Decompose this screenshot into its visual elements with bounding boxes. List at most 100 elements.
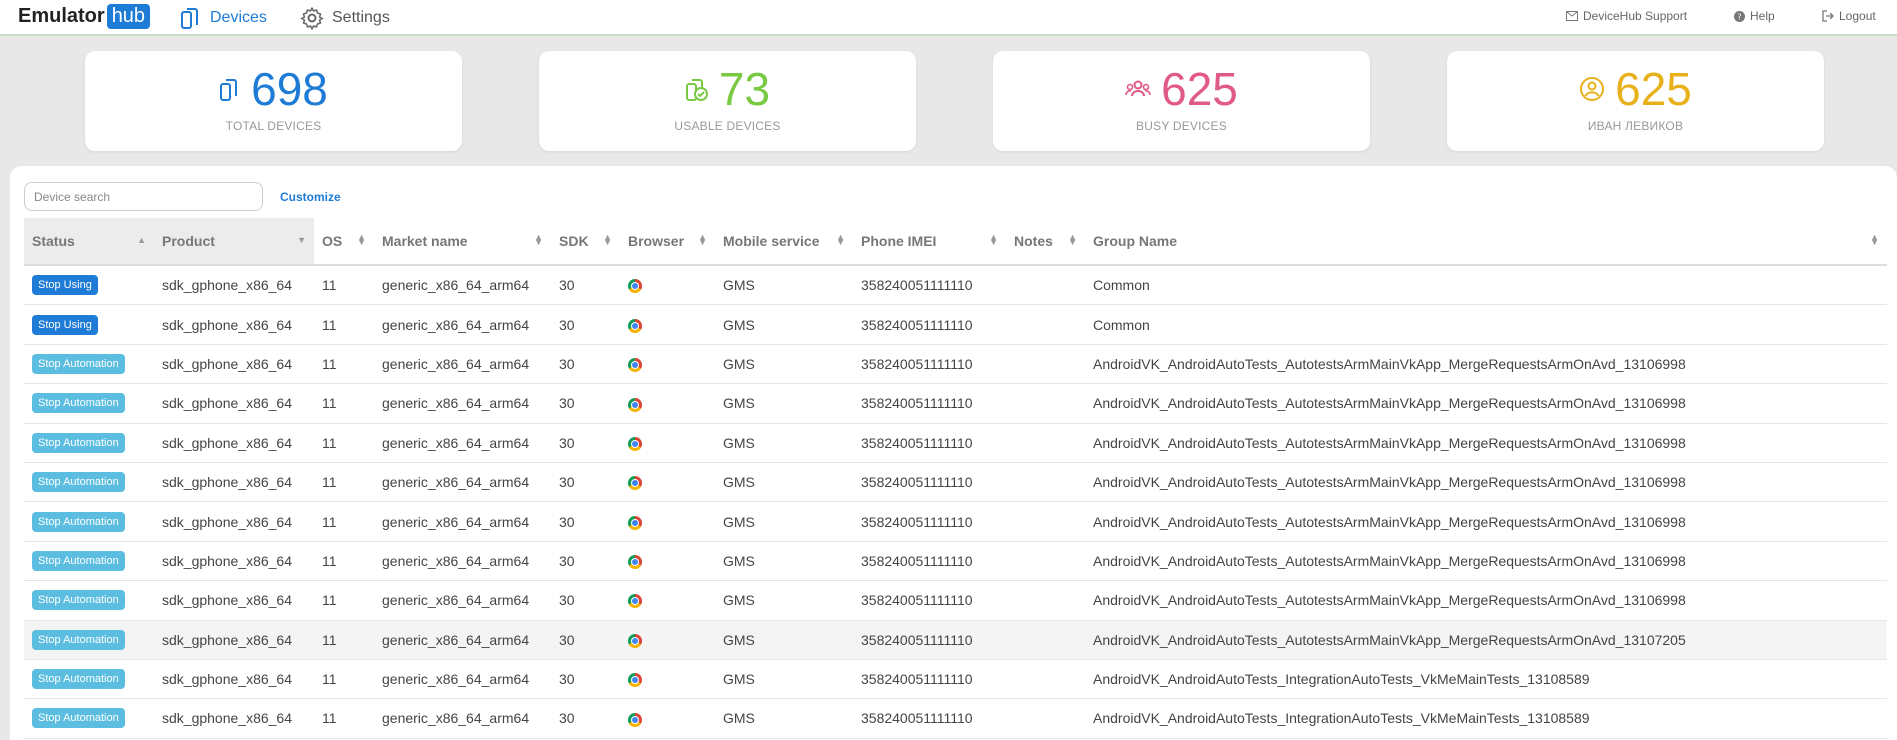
cell-os: 11 [314, 541, 374, 582]
cell-browser [620, 462, 715, 503]
cell-phone-imei: 358240051111110 [853, 344, 1006, 385]
cell-sdk: 30 [551, 423, 620, 463]
brand-logo[interactable]: Emulator hub [18, 4, 151, 29]
column-header-group-name[interactable]: Group Name ▲ ▼ [1085, 218, 1887, 266]
cell-notes [1006, 304, 1085, 345]
column-header-os[interactable]: OS ▲ ▼ [314, 218, 374, 266]
mail-icon [1566, 11, 1578, 21]
support-link[interactable]: DeviceHub Support [1566, 9, 1687, 23]
stop-automation-button[interactable]: Stop Automation [32, 472, 125, 493]
cell-phone-imei: 358240051111110 [853, 265, 1006, 306]
cell-sdk: 30 [551, 698, 620, 739]
stat-card-total: 698 TOTAL DEVICES [85, 51, 462, 151]
cell-status: Stop Automation [24, 659, 154, 700]
cell-phone-imei: 358240051111110 [853, 501, 1006, 542]
cell-sdk: 30 [551, 501, 620, 542]
nav-settings[interactable]: Settings [300, 6, 390, 30]
stat-label: TOTAL DEVICES [225, 119, 322, 133]
stop-automation-button[interactable]: Stop Automation [32, 550, 125, 571]
cell-mobile-service: GMS [715, 265, 853, 306]
cell-mobile-service: GMS [715, 462, 853, 503]
table-row[interactable]: Stop Automation sdk_gphone_x86_64 11 generi… [24, 659, 1887, 700]
column-header-market-name[interactable]: Market name ▲ ▼ [374, 218, 551, 266]
table-row[interactable]: Stop Automation sdk_gphone_x86_64 11 generi… [24, 580, 1887, 621]
cell-sdk: 30 [551, 580, 620, 621]
column-header-product[interactable]: Product ▼ [154, 218, 314, 266]
table-row[interactable]: Stop Automation sdk_gphone_x86_64 11 generi… [24, 423, 1887, 463]
cell-product: sdk_gphone_x86_64 [154, 698, 314, 739]
table-row[interactable]: Stop Automation sdk_gphone_x86_64 11 generi… [24, 620, 1887, 660]
cell-phone-imei: 358240051111110 [853, 580, 1006, 621]
stop-automation-button[interactable]: Stop Automation [32, 708, 125, 729]
table-row[interactable]: Stop Automation sdk_gphone_x86_64 11 generi… [24, 462, 1887, 503]
cell-os: 11 [314, 580, 374, 621]
stop-automation-button[interactable]: Stop Automation [32, 511, 125, 532]
cell-group-name: AndroidVK_AndroidAutoTests_AutotestsArmM… [1085, 383, 1887, 424]
stop-automation-button[interactable]: Stop Automation [32, 393, 125, 414]
column-header-sdk[interactable]: SDK ▲ ▼ [551, 218, 620, 266]
table-row[interactable]: Stop Automation sdk_gphone_x86_64 11 generi… [24, 698, 1887, 739]
stop-automation-button[interactable]: Stop Automation [32, 432, 125, 453]
cell-product: sdk_gphone_x86_64 [154, 659, 314, 700]
cell-status: Stop Automation [24, 462, 154, 503]
column-header-mobile-service[interactable]: Mobile service ▲ ▼ [715, 218, 853, 266]
cell-phone-imei: 358240051111110 [853, 659, 1006, 700]
table-header-row: Status ▲ Product ▼ OS ▲ ▼ Market name ▲ ▼ SDK ▲… [24, 218, 1887, 266]
stat-value: 625 [1161, 63, 1238, 115]
cell-phone-imei: 358240051111110 [853, 462, 1006, 503]
cell-group-name: AndroidVK_AndroidAutoTests_AutotestsArmM… [1085, 423, 1887, 463]
cell-browser [620, 541, 715, 582]
cell-group-name: AndroidVK_AndroidAutoTests_AutotestsArmM… [1085, 580, 1887, 621]
cell-market-name: generic_x86_64_arm64 [374, 383, 551, 424]
stop-automation-button[interactable]: Stop Automation [32, 353, 125, 374]
chrome-icon [628, 397, 642, 412]
cell-os: 11 [314, 462, 374, 503]
customize-link[interactable]: Customize [280, 190, 341, 204]
column-header-status[interactable]: Status ▲ [24, 218, 154, 266]
cell-status: Stop Automation [24, 383, 154, 424]
cell-group-name: AndroidVK_AndroidAutoTests_IntegrationAu… [1085, 659, 1887, 700]
cell-phone-imei: 358240051111110 [853, 541, 1006, 582]
cell-product: sdk_gphone_x86_64 [154, 620, 314, 660]
table-row[interactable]: Stop Automation sdk_gphone_x86_64 11 generi… [24, 541, 1887, 582]
cell-product: sdk_gphone_x86_64 [154, 383, 314, 424]
cell-mobile-service: GMS [715, 620, 853, 660]
gear-icon [300, 7, 324, 30]
table-row[interactable]: Stop Using sdk_gphone_x86_64 11 generic_x86… [24, 304, 1887, 345]
support-label: DeviceHub Support [1583, 9, 1688, 23]
cell-mobile-service: GMS [715, 304, 853, 345]
table-row[interactable]: Stop Automation sdk_gphone_x86_64 11 generi… [24, 383, 1887, 424]
column-header-notes[interactable]: Notes ▲ ▼ [1006, 218, 1085, 266]
chrome-icon [628, 633, 642, 648]
cell-browser [620, 423, 715, 463]
device-search-input[interactable] [24, 182, 263, 211]
cell-phone-imei: 358240051111110 [853, 620, 1006, 660]
cell-notes [1006, 501, 1085, 542]
logout-link[interactable]: Logout [1822, 9, 1876, 23]
cell-mobile-service: GMS [715, 580, 853, 621]
stop-automation-button[interactable]: Stop Automation [32, 669, 125, 690]
help-link[interactable]: ? Help [1734, 9, 1775, 23]
cell-status: Stop Using [24, 265, 154, 306]
stop-using-button[interactable]: Stop Using [32, 314, 98, 335]
chrome-icon [628, 673, 642, 688]
cell-group-name: AndroidVK_AndroidAutoTests_IntegrationAu… [1085, 698, 1887, 739]
stop-using-button[interactable]: Stop Using [32, 275, 98, 296]
stat-card-usable: 73 USABLE DEVICES [539, 51, 916, 151]
table-row[interactable]: Stop Using sdk_gphone_x86_64 11 generic_x86… [24, 265, 1887, 306]
cell-product: sdk_gphone_x86_64 [154, 423, 314, 463]
cell-notes [1006, 698, 1085, 739]
cell-phone-imei: 358240051111110 [853, 423, 1006, 463]
table-row[interactable]: Stop Automation sdk_gphone_x86_64 11 generi… [24, 501, 1887, 542]
table-row[interactable]: Stop Automation sdk_gphone_x86_64 11 generi… [24, 344, 1887, 385]
cell-sdk: 30 [551, 659, 620, 700]
cell-phone-imei: 358240051111110 [853, 698, 1006, 739]
stop-automation-button[interactable]: Stop Automation [32, 629, 125, 650]
nav-devices[interactable]: Devices [180, 6, 267, 30]
column-header-browser[interactable]: Browser ▲ ▼ [620, 218, 715, 266]
sort-desc-icon: ▼ [297, 235, 306, 245]
stop-automation-button[interactable]: Stop Automation [32, 590, 125, 611]
cell-phone-imei: 358240051111110 [853, 304, 1006, 345]
column-header-phone-imei[interactable]: Phone IMEI ▲ ▼ [853, 218, 1006, 266]
stat-card-busy: 625 BUSY DEVICES [993, 51, 1370, 151]
